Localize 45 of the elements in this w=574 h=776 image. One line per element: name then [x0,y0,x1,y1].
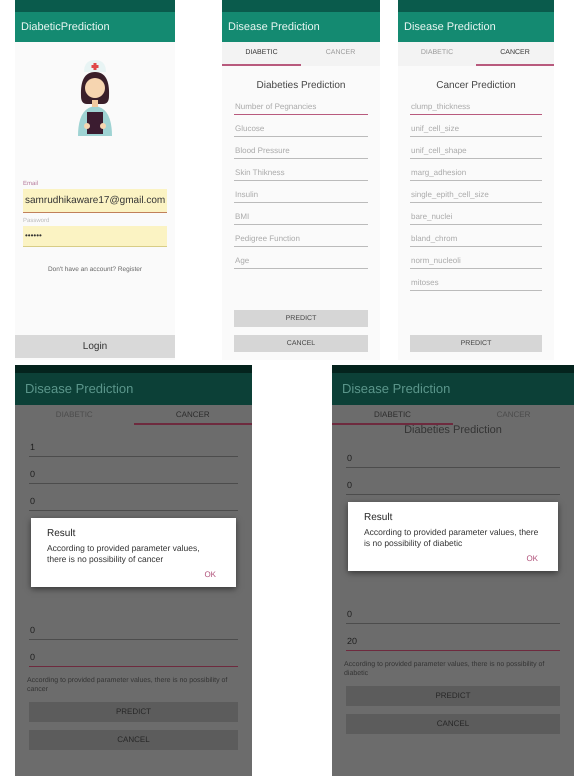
input-field[interactable]: bland_chrom [410,230,542,246]
input-field[interactable]: marg_adhesion [410,164,542,180]
dialog-title: Result [47,527,76,541]
input-field[interactable]: Glucose [234,120,368,136]
input-field[interactable]: norm_nucleoli [410,252,542,268]
input-field[interactable]: Skin Thikness [234,164,368,180]
dialog-message: According to provided parameter values, there is no possibility of cancer [47,543,201,566]
input-field[interactable]: 20 [346,631,560,651]
input-field[interactable]: 0 [346,448,560,468]
input-field[interactable]: 0 [346,604,560,624]
form-heading: Diabeties Prediction [256,78,346,92]
app-title: DiabeticPrediction [21,20,110,35]
ok-button[interactable]: OK [200,569,220,582]
app-title: Disease Prediction [342,380,450,398]
input-field[interactable]: 1 [29,437,238,457]
input-field[interactable]: mitoses [410,274,542,290]
app-title: Disease Prediction [25,380,134,398]
password-field[interactable]: •••••• [23,226,167,247]
input-field[interactable]: 0 [346,475,560,495]
input-field[interactable]: 0 [29,647,238,667]
dialog-message: According to provided parameter values, there is no possibility of diabetic [364,527,540,550]
email-field[interactable]: samrudhikaware17@gmail.com [23,189,167,213]
input-field[interactable]: 0 [29,464,238,484]
input-field[interactable]: BMI [234,208,368,224]
app-title: Disease Prediction [228,20,320,35]
login-button[interactable]: Login [15,335,175,358]
input-field[interactable]: Number of Pegnancies [234,98,368,114]
form-heading: Cancer Prediction [435,78,517,92]
ok-button[interactable]: OK [522,553,542,566]
input-field[interactable]: unif_cell_size [410,120,542,136]
input-field[interactable]: Age [234,252,368,268]
input-field[interactable]: Insulin [234,186,368,202]
input-field[interactable]: 0 [29,491,238,511]
tab[interactable]: CANCER [134,405,252,425]
input-field[interactable]: unif_cell_shape [410,142,542,158]
input-field[interactable]: Blood Pressure [234,142,368,158]
input-field[interactable]: bare_nuclei [410,208,542,224]
tab[interactable]: DIABETIC [332,405,453,425]
form-heading: Diabeties Prediction [403,425,503,436]
dialog-title: Result [364,511,394,525]
input-field[interactable]: Pedigree Function [234,230,368,246]
input-field[interactable]: clump_thickness [410,98,542,114]
app-title: Disease Prediction [404,20,496,35]
input-field[interactable]: single_epith_cell_size [410,186,542,202]
input-field[interactable]: 0 [29,620,238,640]
